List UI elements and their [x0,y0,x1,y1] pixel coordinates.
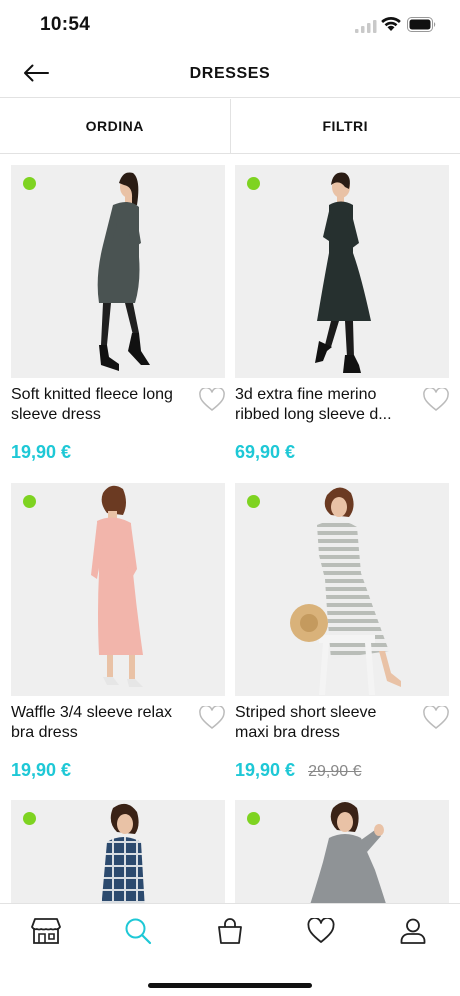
page-title: DRESSES [189,65,271,82]
cellular-signal-icon [355,20,377,33]
product-image[interactable] [11,483,225,696]
price-row: 19,90 € 29,90 € [235,760,361,781]
availability-dot [247,812,260,825]
product-price: 19,90 € [11,760,72,780]
home-indicator[interactable] [148,983,312,988]
tab-profile[interactable] [393,914,433,948]
product-title: 3d extra fine merino ribbed long sleeve … [235,386,392,423]
product-image[interactable] [235,483,449,696]
wishlist-heart-icon[interactable] [199,388,225,412]
dress-shape [310,834,387,904]
product-image[interactable] [11,165,225,378]
model-figure [97,172,150,371]
wishlist-heart-icon[interactable] [423,706,449,730]
wishlist-heart-icon[interactable] [199,706,225,730]
sort-button[interactable]: ORDINA [0,99,231,153]
product-card[interactable] [235,800,449,904]
availability-dot [23,495,36,508]
availability-dot [247,495,260,508]
profile-icon [400,918,426,944]
model-figure [290,487,401,695]
dress-shape [97,517,143,655]
availability-dot [23,812,36,825]
product-title: Striped short sleeve maxi bra dress [235,704,377,741]
product-price: 69,90 € [235,442,296,462]
product-card[interactable]: Waffle 3/4 sleeve relax bra dress 19,90 … [11,483,225,780]
product-title: Waffle 3/4 sleeve relax bra dress [11,704,172,741]
sort-filter-bar: ORDINA FILTRI [0,99,460,154]
tab-search[interactable] [118,914,158,948]
product-card[interactable]: Soft knitted fleece long sleeve dress 19… [11,165,225,462]
heart-icon [307,918,335,943]
product-grid: Soft knitted fleece long sleeve dress 19… [0,154,460,904]
wifi-icon [381,16,401,31]
product-card[interactable] [11,800,225,904]
model-figure [315,172,371,373]
shopping-bag-icon [218,918,242,944]
product-price: 19,90 € [235,760,296,780]
original-price: 29,90 € [308,763,362,780]
store-icon [31,918,61,944]
product-image[interactable] [235,165,449,378]
tab-wishlist[interactable] [301,914,341,948]
product-image[interactable] [235,800,449,904]
status-time: 10:54 [40,14,91,35]
model-figure [310,802,387,904]
availability-dot [247,177,260,190]
navigation-header: DRESSES [0,50,460,98]
battery-icon [407,17,436,32]
product-price: 19,90 € [11,442,72,462]
wishlist-heart-icon[interactable] [423,388,449,412]
dress-shape [101,837,145,904]
model-figure [101,803,145,904]
search-icon [125,918,152,945]
price-row: 19,90 € [11,442,71,463]
price-row: 69,90 € [235,442,295,463]
tab-store[interactable] [26,914,66,948]
availability-dot [23,177,36,190]
status-bar: 10:54 [0,0,460,50]
product-image[interactable] [11,800,225,904]
dress-shape [317,201,371,321]
price-row: 19,90 € [11,760,71,781]
model-figure [91,485,143,687]
product-card[interactable]: 3d extra fine merino ribbed long sleeve … [235,165,449,462]
product-card[interactable]: Striped short sleeve maxi bra dress 19,9… [235,483,449,780]
tab-bag[interactable] [210,914,250,948]
product-title: Soft knitted fleece long sleeve dress [11,386,173,423]
filter-button[interactable]: FILTRI [231,99,460,153]
bottom-tab-bar [0,903,460,996]
